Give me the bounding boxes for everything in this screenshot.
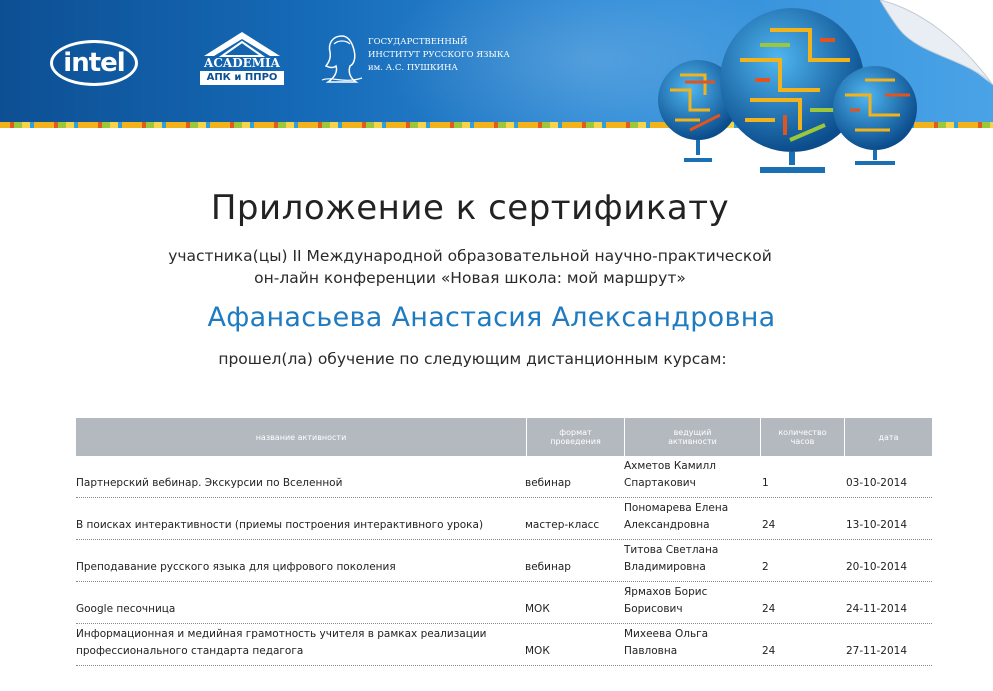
cell-host-line-2: Спартакович <box>624 477 696 489</box>
cell-host: Пономарева Елена Александровна <box>624 500 728 534</box>
cell-host-line-1: Ахметов Камилл <box>624 460 716 472</box>
cell-host: Ахметов Камилл Спартакович <box>624 458 716 492</box>
cell-activity: В поисках интерактивности (приемы постро… <box>76 519 484 531</box>
header-format: формат проведения <box>527 418 625 456</box>
cell-date: 20-10-2014 <box>846 561 908 573</box>
cell-hours: 24 <box>762 519 776 531</box>
pushkin-portrait-icon <box>321 35 363 83</box>
cell-host-line-2: Александровна <box>624 519 710 531</box>
header-format-line-2: проведения <box>550 437 601 446</box>
passed-statement: прошел(ла) обучение по следующим дистанц… <box>218 350 727 368</box>
table-row: Преподавание русского языка для цифровог… <box>76 542 932 582</box>
participant-name: Афанасьева Анастасия Александровна <box>207 302 776 333</box>
cell-format: вебинар <box>525 477 571 489</box>
cell-hours: 1 <box>762 477 769 489</box>
cell-activity: Google песочница <box>76 603 176 615</box>
cell-hours: 24 <box>762 645 776 657</box>
cell-host-line-1: Титова Светлана <box>624 544 719 556</box>
cell-host-line-2: Павловна <box>624 645 678 657</box>
cell-format: мастер-класс <box>525 519 600 531</box>
page-curl-icon <box>880 0 993 85</box>
cell-activity-line-2: профессионального стандарта педагога <box>76 645 304 657</box>
cell-date: 03-10-2014 <box>846 477 908 489</box>
cell-host: Михеева Ольга Павловна <box>624 626 708 660</box>
cell-host-line-1: Михеева Ольга <box>624 628 709 640</box>
document-title: Приложение к сертификату <box>210 188 730 228</box>
cell-date: 13-10-2014 <box>846 519 908 531</box>
header-host-line-2: активности <box>668 437 717 446</box>
cell-host: Титова Светлана Владимировна <box>624 542 718 576</box>
cell-activity: Преподавание русского языка для цифровог… <box>76 561 396 573</box>
table-row: Партнерский вебинар. Экскурсии по Вселен… <box>76 458 932 498</box>
cell-host-line-2: Владимировна <box>624 561 706 573</box>
cell-hours: 2 <box>762 561 769 573</box>
pushkin-line-2: ИНСТИТУТ РУССКОГО ЯЗЫКА <box>368 50 510 60</box>
academia-sub: АПК и ППРО <box>200 71 284 85</box>
academia-roof-icon <box>204 32 280 57</box>
cell-host-line-1: Пономарева Елена <box>624 502 729 514</box>
intel-logo: intel <box>50 40 138 86</box>
pushkin-institute-logo: ГОСУДАРСТВЕННЫЙ ИНСТИТУТ РУССКОГО ЯЗЫКА … <box>320 30 520 86</box>
pushkin-line-3: им. А.С. ПУШКИНА <box>368 63 458 73</box>
header-hours-line-2: часов <box>790 437 815 446</box>
cell-activity: Партнерский вебинар. Экскурсии по Вселен… <box>76 477 343 489</box>
cell-activity: Информационная и медийная грамотность уч… <box>76 626 487 660</box>
header-date-text: дата <box>878 432 899 442</box>
header-host: ведущий активности <box>625 418 761 456</box>
table-row: В поисках интерактивности (приемы постро… <box>76 500 932 540</box>
academia-word: ACADEMIA <box>204 56 280 70</box>
cell-hours: 24 <box>762 603 776 615</box>
header-activity: название активности <box>76 418 527 456</box>
subtitle-line-1: участника(цы) II Международной образоват… <box>168 247 772 265</box>
document-subtitle: участника(цы) II Международной образоват… <box>0 245 940 289</box>
header-date: дата <box>845 418 932 456</box>
cell-format: МОК <box>525 603 550 615</box>
cell-host-line-2: Борисович <box>624 603 683 615</box>
cell-date: 24-11-2014 <box>846 603 908 615</box>
cell-activity-line-1: Информационная и медийная грамотность уч… <box>76 628 487 640</box>
table-row: Google песочница МОК Ярмахов Борис Борис… <box>76 584 932 624</box>
cell-host-line-1: Ярмахов Борис <box>624 586 708 598</box>
academia-logo: ACADEMIA АПК и ППРО <box>200 30 284 86</box>
cell-format: МОК <box>525 645 550 657</box>
cell-host: Ярмахов Борис Борисович <box>624 584 707 618</box>
header-hours: количество часов <box>761 418 845 456</box>
pushkin-institute-text: ГОСУДАРСТВЕННЫЙ ИНСТИТУТ РУССКОГО ЯЗЫКА … <box>368 36 528 75</box>
header-format-line-1: формат <box>559 428 592 437</box>
cell-date: 27-11-2014 <box>846 645 908 657</box>
cell-format: вебинар <box>525 561 571 573</box>
courses-table-header: название активности формат проведения ве… <box>76 418 932 456</box>
table-row: Информационная и медийная грамотность уч… <box>76 626 932 666</box>
header-activity-text: название активности <box>255 432 347 442</box>
header-host-line-1: ведущий <box>673 428 712 437</box>
subtitle-line-2: он-лайн конференции «Новая школа: мой ма… <box>254 269 686 287</box>
header-hours-line-1: количество <box>778 428 827 437</box>
pushkin-line-1: ГОСУДАРСТВЕННЫЙ <box>368 37 468 47</box>
